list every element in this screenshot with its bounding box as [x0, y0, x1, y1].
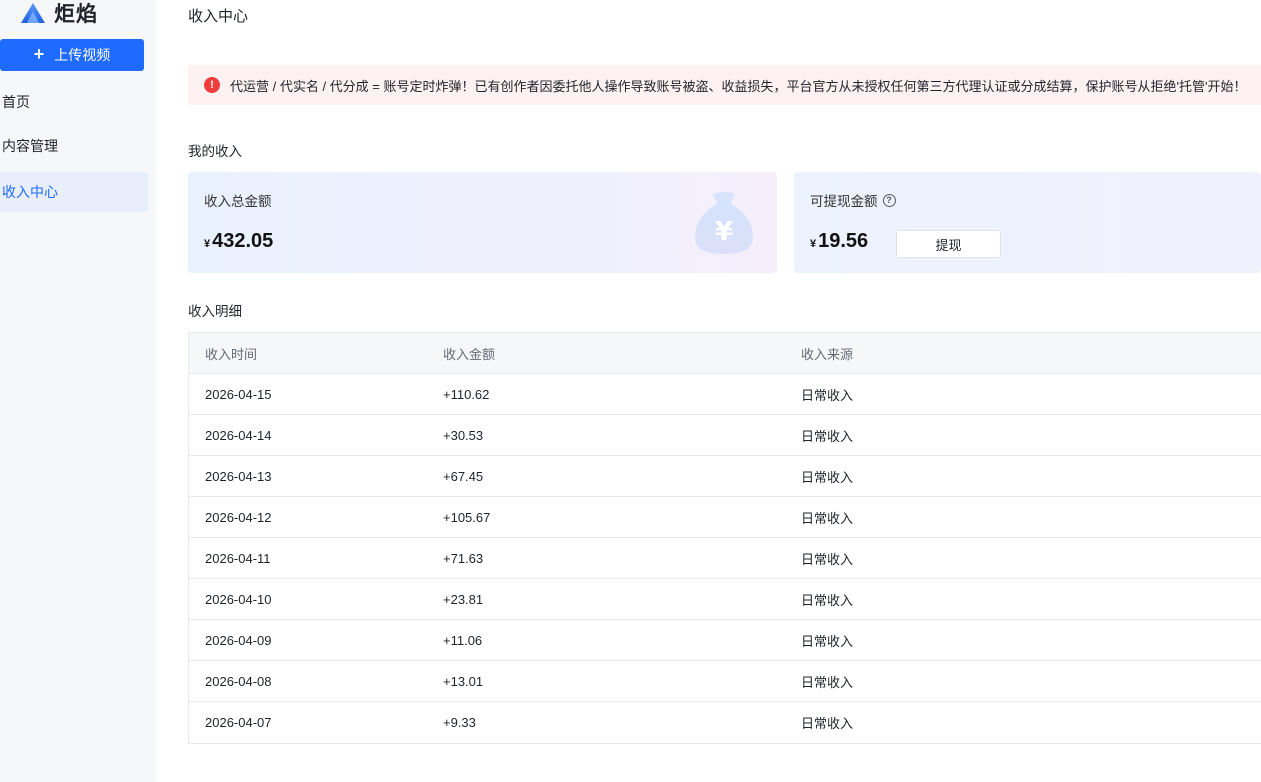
my-income-title: 我的收入: [188, 144, 242, 159]
cell-time: 2026-04-10: [205, 591, 272, 607]
sidebar-item-content[interactable]: 内容管理: [0, 126, 148, 166]
cell-time: 2026-04-12: [205, 509, 272, 525]
cell-amount: +67.45: [443, 468, 484, 484]
column-header-time: 收入时间: [205, 346, 258, 362]
cell-amount: +9.33: [443, 715, 476, 730]
exclamation-icon: !: [204, 77, 220, 93]
withdrawable-amount: ¥ 19.56: [810, 230, 868, 253]
currency-symbol: ¥: [810, 238, 817, 250]
cell-amount: +23.81: [443, 591, 484, 607]
brand-name: 炬焰: [54, 3, 98, 26]
table-row: 2026-04-12 +105.67 日常收入: [189, 497, 1261, 538]
cell-time: 2026-04-08: [205, 673, 272, 689]
total-income-amount: ¥ 432.05: [204, 230, 273, 253]
cell-time: 2026-04-07: [205, 715, 272, 730]
table-row: 2026-04-14 +30.53 日常收入: [189, 415, 1261, 456]
brand-logo-link[interactable]: 炬焰: [20, 0, 98, 26]
cell-amount: +11.06: [443, 632, 483, 648]
svg-text:¥: ¥: [715, 217, 733, 247]
table-row: 2026-04-10 +23.81 日常收入: [189, 579, 1261, 620]
cell-source: 日常收入: [801, 633, 854, 649]
page-title: 收入中心: [188, 8, 249, 25]
total-income-value: 432.05: [212, 230, 274, 252]
total-income-label: 收入总金额: [204, 194, 272, 209]
cell-time: 2026-04-14: [205, 427, 272, 443]
cell-source: 日常收入: [801, 387, 854, 403]
table-header: 收入时间 收入金额 收入来源: [189, 333, 1261, 374]
withdrawable-value: 19.56: [818, 230, 869, 252]
cell-source: 日常收入: [801, 551, 854, 567]
table-row: 2026-04-15 +110.62 日常收入: [189, 374, 1261, 415]
sidebar-item-income[interactable]: 收入中心: [0, 172, 148, 212]
sidebar-item-label: 首页: [2, 94, 30, 110]
sidebar: 炬焰 + 上传视频 首页 内容管理 收入中心: [0, 0, 156, 782]
cell-source: 日常收入: [801, 674, 854, 690]
upload-video-button[interactable]: + 上传视频: [0, 39, 144, 71]
table-row: 2026-04-08 +13.01 日常收入: [189, 661, 1261, 702]
table-row: 2026-04-13 +67.45 日常收入: [189, 456, 1261, 497]
cell-source: 日常收入: [801, 592, 854, 608]
sidebar-item-label: 内容管理: [2, 138, 58, 154]
column-header-source: 收入来源: [801, 346, 854, 362]
table-row: 2026-04-09 +11.06 日常收入: [189, 620, 1261, 661]
cell-time: 2026-04-09: [205, 632, 272, 648]
warning-alert: ! 代运营 / 代实名 / 代分成 = 账号定时炸弹！已有创作者因委托他人操作导…: [188, 65, 1261, 105]
table-row: 2026-04-11 +71.63 日常收入: [189, 538, 1261, 579]
currency-symbol: ¥: [204, 238, 211, 250]
income-details-title: 收入明细: [188, 304, 242, 319]
income-details-table: 收入时间 收入金额 收入来源 2026-04-15 +110.62 日常收入 2026…: [188, 332, 1261, 744]
cell-amount: +13.01: [443, 673, 484, 689]
table-body: 2026-04-15 +110.62 日常收入 2026-04-14 +30.53 日常收…: [189, 374, 1261, 743]
cell-time: 2026-04-15: [205, 386, 272, 402]
question-circle-icon[interactable]: ?: [882, 193, 896, 207]
withdraw-button[interactable]: 提现: [896, 230, 1001, 258]
alert-text: 代运营 / 代实名 / 代分成 = 账号定时炸弹！已有创作者因委托他人操作导致账…: [230, 78, 1247, 94]
cell-time: 2026-04-11: [205, 550, 271, 566]
total-income-card: 收入总金额 ¥ 432.05 ¥: [188, 172, 777, 273]
cell-source: 日常收入: [801, 510, 854, 526]
cell-amount: +71.63: [443, 550, 484, 566]
withdrawable-label: 可提现金额: [810, 194, 878, 209]
cell-amount: +105.67: [443, 509, 491, 525]
cell-source: 日常收入: [801, 428, 854, 444]
cell-amount: +30.53: [443, 427, 484, 443]
sidebar-item-home[interactable]: 首页: [0, 82, 148, 122]
upload-video-label: 上传视频: [54, 47, 111, 63]
withdrawable-card: 可提现金额 ? ¥ 19.56 提现: [794, 172, 1261, 273]
plus-icon: +: [33, 44, 45, 64]
table-row: 2026-04-07 +9.33 日常收入: [189, 702, 1261, 743]
money-bag-icon: ¥: [695, 192, 753, 254]
column-header-amount: 收入金额: [443, 346, 496, 362]
withdrawable-label-row: 可提现金额 ?: [810, 190, 896, 210]
sidebar-item-label: 收入中心: [2, 184, 58, 200]
cell-amount: +110.62: [443, 386, 490, 402]
flame-logo-icon: [21, 3, 45, 23]
cell-source: 日常收入: [801, 716, 854, 731]
cell-time: 2026-04-13: [205, 468, 272, 484]
cell-source: 日常收入: [801, 469, 854, 485]
main-content: 收入中心 ! 代运营 / 代实名 / 代分成 = 账号定时炸弹！已有创作者因委托…: [188, 0, 1261, 782]
